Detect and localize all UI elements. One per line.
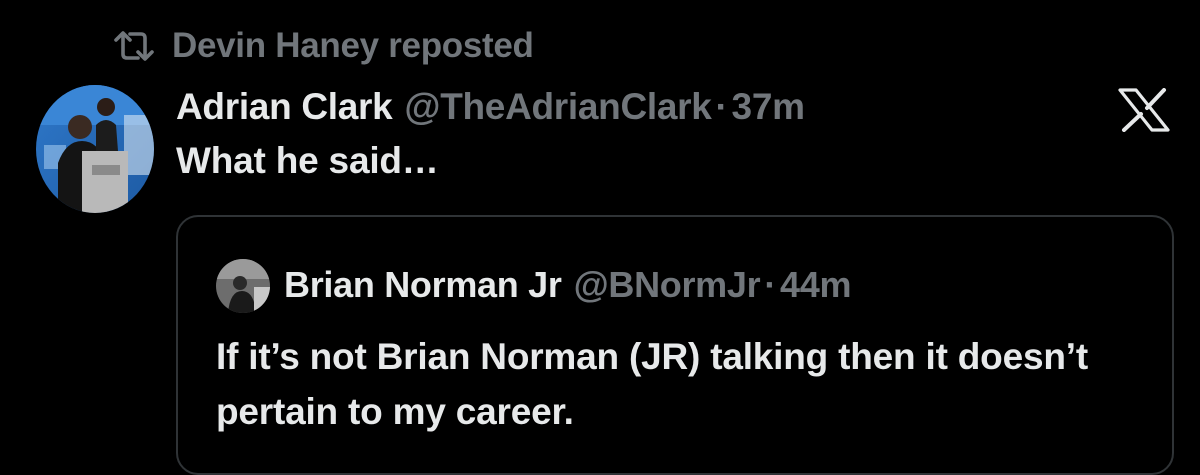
repost-icon bbox=[112, 26, 158, 66]
quoted-post-timestamp[interactable]: 44m bbox=[780, 264, 851, 306]
post-text: What he said… bbox=[176, 140, 439, 181]
quoted-post-header: Brian Norman Jr @BNormJr · 44m bbox=[284, 261, 851, 309]
quoted-author-name[interactable]: Brian Norman Jr bbox=[284, 264, 562, 306]
author-name[interactable]: Adrian Clark bbox=[176, 86, 393, 128]
quoted-author-avatar[interactable] bbox=[216, 259, 270, 313]
separator-dot: · bbox=[715, 86, 728, 127]
separator-dot: · bbox=[764, 264, 777, 305]
quoted-post-text: If it’s not Brian Norman (JR) talking th… bbox=[216, 336, 1088, 432]
author-avatar[interactable] bbox=[36, 85, 154, 213]
repost-label[interactable]: Devin Haney reposted bbox=[172, 26, 534, 66]
post-header: Adrian Clark @TheAdrianClark · 37m bbox=[176, 82, 805, 132]
author-handle[interactable]: @TheAdrianClark bbox=[404, 86, 711, 128]
quoted-author-handle[interactable]: @BNormJr bbox=[574, 264, 761, 306]
post-timestamp[interactable]: 37m bbox=[732, 86, 805, 128]
x-logo-icon bbox=[1116, 88, 1172, 132]
quoted-post-card[interactable]: Brian Norman Jr @BNormJr · 44m If it’s n… bbox=[176, 215, 1174, 475]
repost-context[interactable]: Devin Haney reposted bbox=[112, 24, 534, 68]
